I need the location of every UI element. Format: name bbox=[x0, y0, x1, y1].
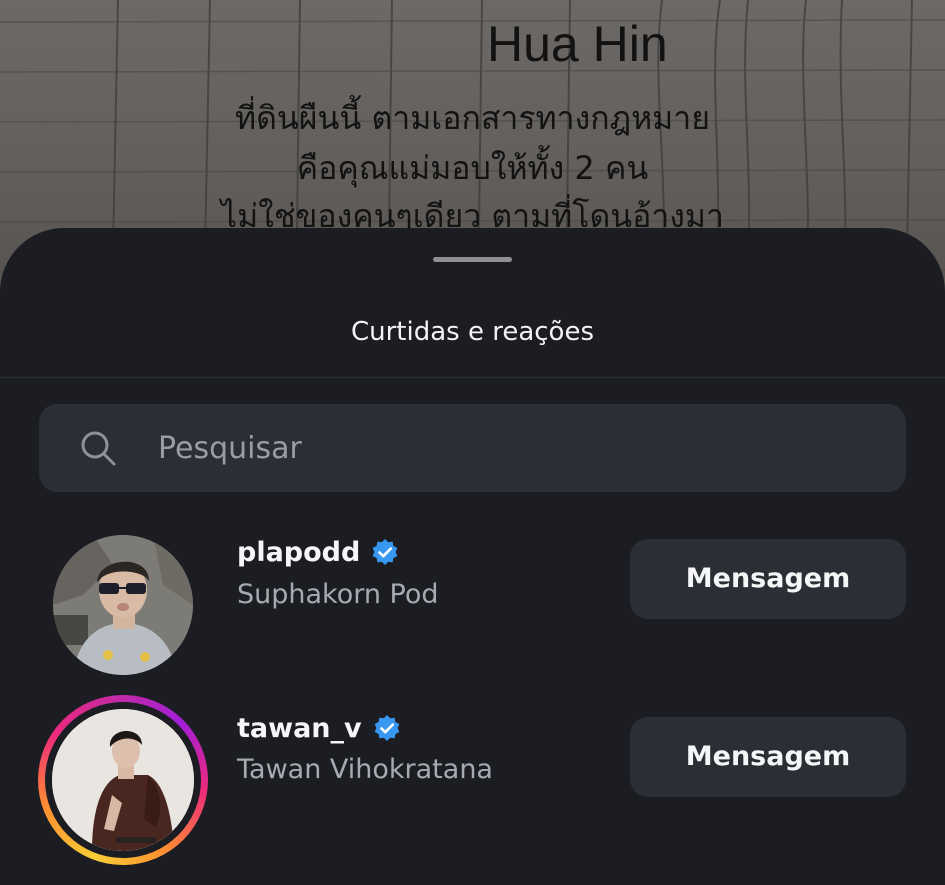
avatar-wrapper[interactable] bbox=[38, 695, 208, 865]
search-input[interactable] bbox=[158, 426, 858, 470]
post-line-2: คือคุณแม่มอบให้ทั้ง 2 คน bbox=[296, 149, 649, 187]
full-name: Suphakorn Pod bbox=[237, 579, 439, 610]
avatar-photo bbox=[53, 535, 193, 675]
message-button[interactable]: Mensagem bbox=[630, 539, 906, 619]
username[interactable]: plapodd bbox=[237, 535, 360, 571]
avatar-wrapper[interactable] bbox=[38, 522, 208, 692]
full-name: Tawan Vihokratana bbox=[237, 754, 493, 785]
avatar[interactable] bbox=[53, 535, 193, 675]
username-line: plapodd bbox=[237, 533, 400, 573]
likes-sheet: Curtidas e reações Pesquisar plapodd Sup… bbox=[0, 228, 945, 885]
verified-badge-icon bbox=[374, 715, 400, 741]
avatar[interactable] bbox=[52, 709, 194, 851]
verified-badge-icon bbox=[372, 539, 398, 565]
screen: Hua Hin ที่ดินผืนนี้ ตามเอกสารทางกฎหมาย … bbox=[0, 0, 945, 885]
message-button[interactable]: Mensagem bbox=[630, 717, 906, 797]
username[interactable]: tawan_v bbox=[237, 711, 362, 747]
post-line-1: ที่ดินผืนนี้ ตามเอกสารทางกฎหมาย bbox=[235, 99, 710, 137]
username-line: tawan_v bbox=[237, 709, 402, 749]
user-row[interactable]: tawan_v Tawan Vihokratana Mensagem bbox=[0, 691, 945, 865]
sheet-title: Curtidas e reações bbox=[350, 317, 595, 347]
sheet-divider bbox=[0, 377, 945, 378]
post-title: Hua Hin bbox=[487, 16, 668, 72]
sheet-drag-handle[interactable] bbox=[433, 257, 512, 262]
avatar-photo bbox=[52, 709, 194, 851]
user-row[interactable]: plapodd Suphakorn Pod Mensagem bbox=[0, 518, 945, 688]
search-icon bbox=[81, 431, 116, 466]
